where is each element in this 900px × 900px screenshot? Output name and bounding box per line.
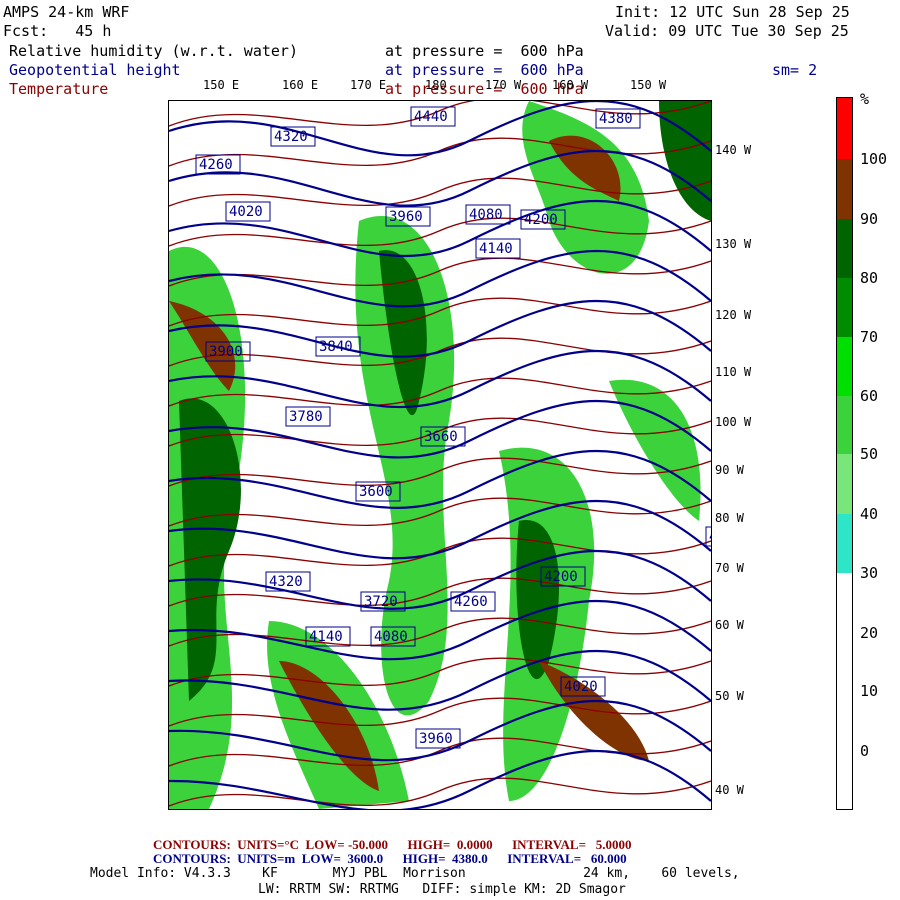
- right-longitude-label: 120 W: [715, 308, 752, 322]
- model-info: Model Info: V4.3.3 KF MYJ PBL Morrison 2…: [90, 866, 740, 881]
- colorbar-label: 40: [860, 505, 879, 523]
- contour-label: 4260: [199, 157, 233, 173]
- field-height-level: at pressure = 600 hPa: [385, 61, 584, 79]
- contour-label: 4200: [544, 569, 578, 585]
- colorbar-band: [837, 278, 852, 338]
- right-longitude-label: 100 W: [715, 415, 752, 429]
- contour-label: 4140: [309, 629, 343, 645]
- valid-time: Valid: 09 UTC Tue 30 Sep 25: [605, 22, 849, 40]
- top-longitude-label: 170 W: [485, 78, 522, 92]
- contour-label: 3780: [289, 409, 323, 425]
- right-longitude-label: 40 W: [715, 783, 744, 797]
- colorbar-label: 10: [860, 682, 879, 700]
- right-longitude-label: 60 W: [715, 618, 744, 632]
- colorbar-band: [837, 514, 852, 574]
- right-longitude-label: 80 W: [715, 511, 744, 525]
- colorbar-unit: %: [860, 90, 870, 108]
- contour-label: 4140: [479, 241, 513, 257]
- model-physics: LW: RRTM SW: RRTMG DIFF: simple KM: 2D S…: [258, 882, 626, 897]
- height-contour-info: CONTOURS: UNITS=m LOW= 3600.0 HIGH= 4380…: [153, 851, 627, 866]
- rh-region: [609, 379, 701, 521]
- map-field: 4320 4260 4440 4380 4080 3960 4200 4020 4140 3840…: [169, 101, 711, 809]
- top-longitude-label: 150 E: [203, 78, 240, 92]
- contour-label: 4200: [524, 212, 558, 228]
- field-temperature: Temperature: [9, 80, 109, 98]
- right-longitude-label: 140 W: [715, 143, 752, 157]
- top-longitude-label: 170 E: [350, 78, 387, 92]
- contour-label: 4380: [599, 111, 633, 127]
- contour-label: 3960: [389, 209, 423, 225]
- field-height: Geopotential height: [9, 61, 181, 79]
- colorbar-label: 90: [860, 210, 879, 228]
- contour-label: 4080: [374, 629, 408, 645]
- colorbar-label: 100: [860, 150, 888, 168]
- height-contour: [169, 750, 711, 809]
- contour-label: 4260: [454, 594, 488, 610]
- right-longitude-label: 90 W: [715, 463, 744, 477]
- colorbar-band: [837, 454, 852, 515]
- contour-label: 3900: [209, 344, 243, 360]
- colorbar-band: [837, 159, 852, 220]
- contour-label: 3720: [364, 594, 398, 610]
- top-longitude-label: 150 W: [630, 78, 667, 92]
- contour-label: 3960: [419, 731, 453, 747]
- contour-label: 3660: [424, 429, 458, 445]
- colorbar-band: [837, 573, 852, 809]
- colorbar-label: 0: [860, 742, 870, 760]
- model-title: AMPS 24-km WRF: [3, 3, 130, 21]
- colorbar-band: [837, 396, 852, 455]
- rh-region: [179, 398, 241, 701]
- colorbar-label: 60: [860, 387, 879, 405]
- contour-label: 3600: [359, 484, 393, 500]
- right-longitude-label: 130 W: [715, 237, 752, 251]
- colorbar-band: [837, 337, 852, 397]
- smoothing: sm= 2: [772, 61, 818, 79]
- top-longitude-label: 160 W: [552, 78, 589, 92]
- contour-label: 4440: [414, 109, 448, 125]
- right-longitude-label: 110 W: [715, 365, 752, 379]
- init-time: Init: 12 UTC Sun 28 Sep 25: [615, 3, 850, 21]
- colorbar-label: 80: [860, 269, 879, 287]
- forecast-hour: Fcst: 45 h: [3, 22, 112, 40]
- contour-label: 4020: [229, 204, 263, 220]
- field-rh-level: at pressure = 600 hPa: [385, 42, 584, 60]
- colorbar-label: 70: [860, 328, 879, 346]
- colorbar-label: 20: [860, 624, 879, 642]
- map-panel: 4320 4260 4440 4380 4080 3960 4200 4020 4140 3840…: [168, 100, 712, 810]
- colorbar-band: [837, 219, 852, 279]
- right-longitude-label: 70 W: [715, 561, 744, 575]
- contour-label: 4320: [274, 129, 308, 145]
- contour-label: 4080: [469, 207, 503, 223]
- colorbar-label: 30: [860, 564, 879, 582]
- contour-label: 4020: [564, 679, 598, 695]
- top-longitude-label: 160 E: [282, 78, 319, 92]
- contour-label: 3840: [319, 339, 353, 355]
- right-longitude-label: 50 W: [715, 689, 744, 703]
- top-longitude-label: 180: [425, 78, 447, 92]
- colorbar: [836, 97, 853, 810]
- colorbar-band: [837, 98, 852, 160]
- field-rh: Relative humidity (w.r.t. water): [9, 42, 298, 60]
- colorbar-label: 50: [860, 445, 879, 463]
- contour-label: 4380: [709, 529, 711, 545]
- contour-label: 4320: [269, 574, 303, 590]
